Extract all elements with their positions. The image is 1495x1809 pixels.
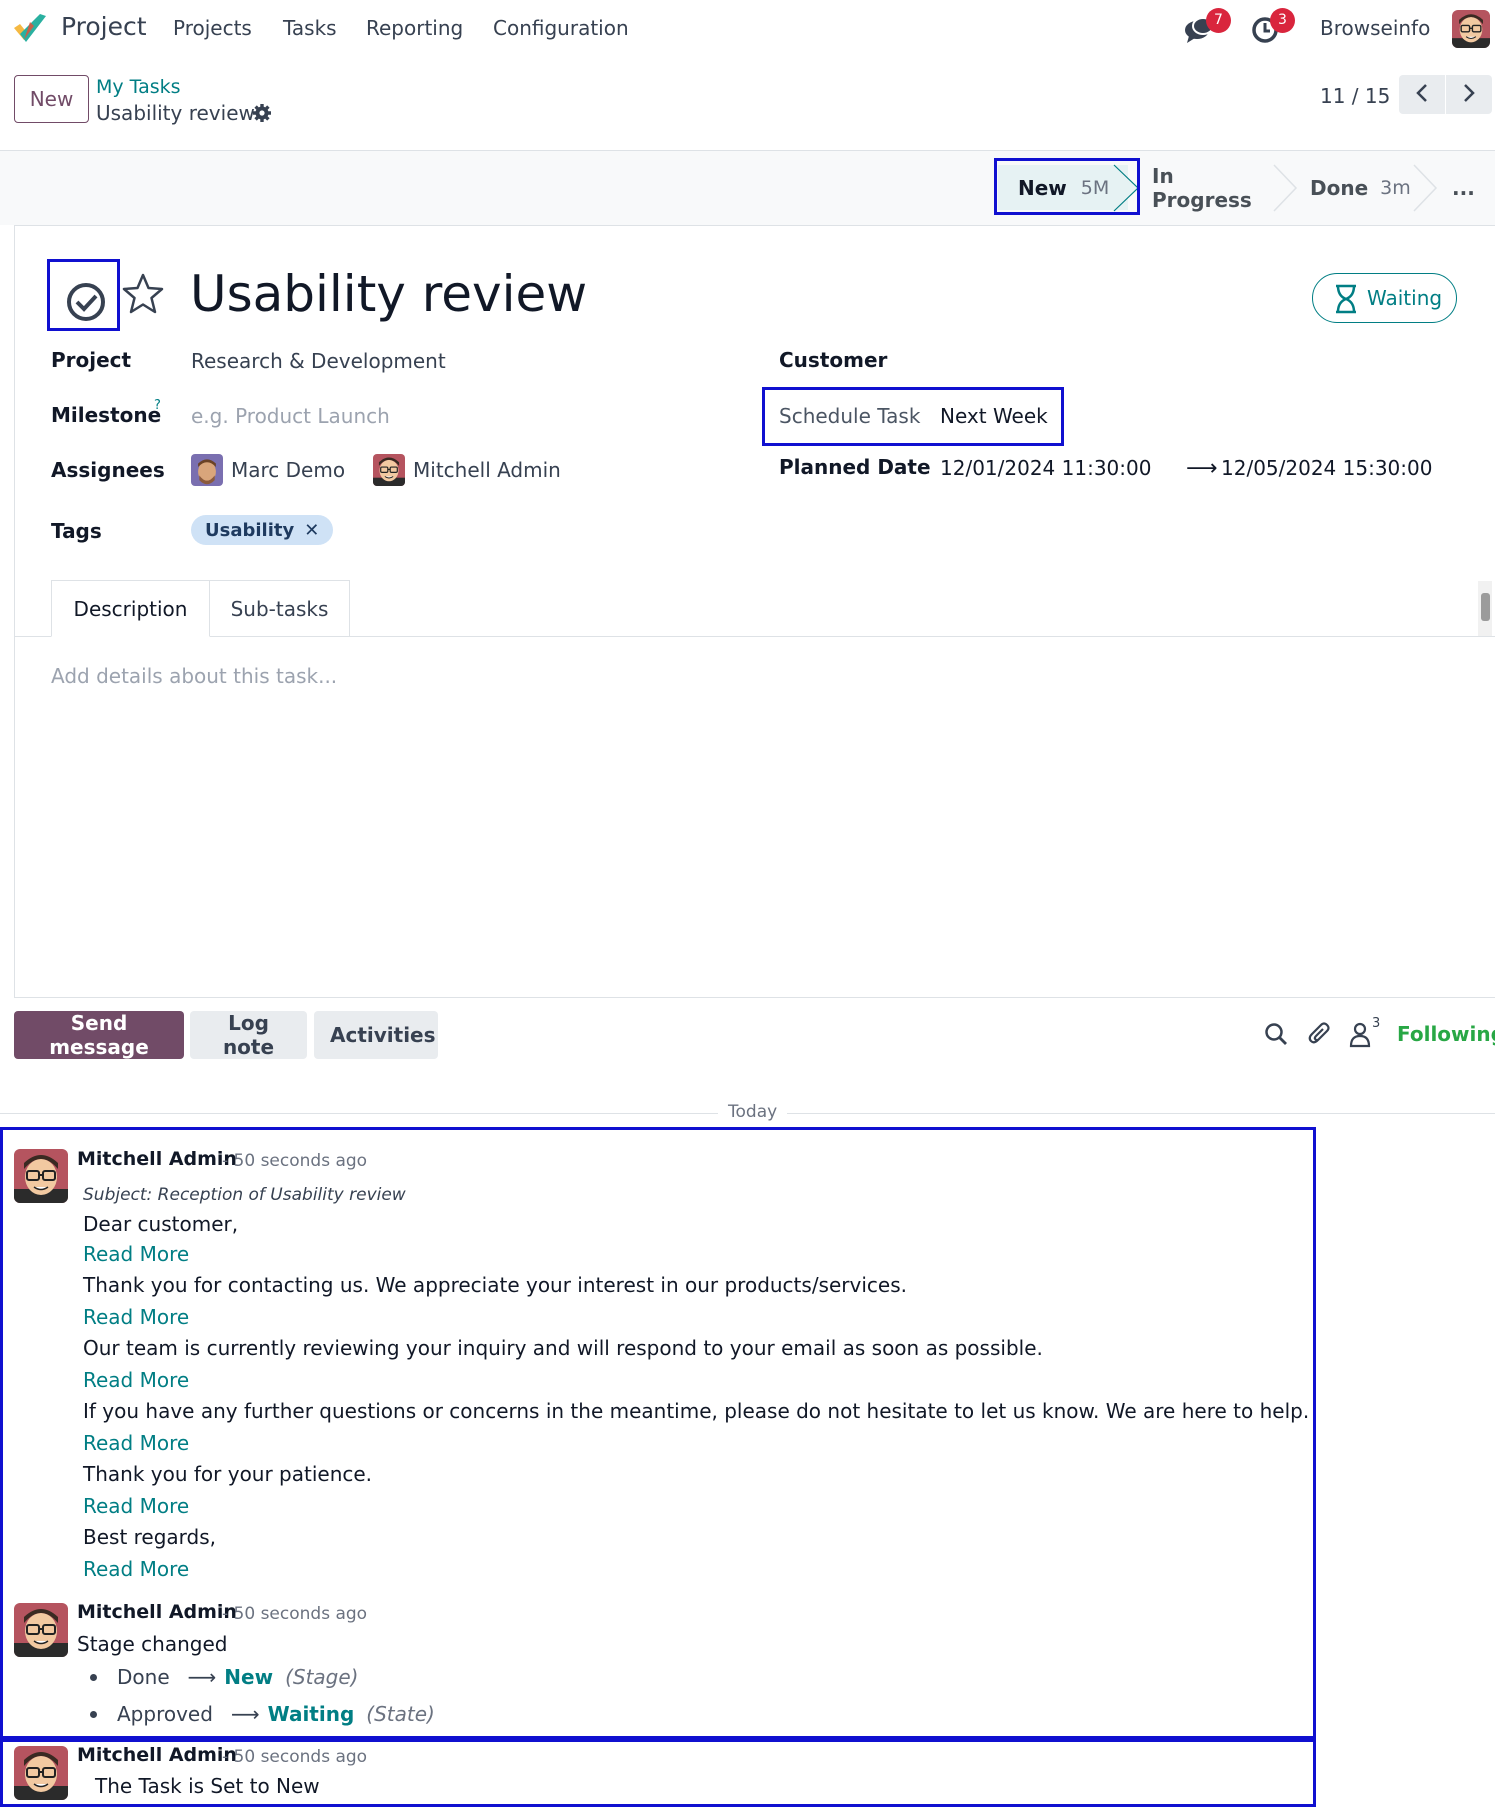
assignee-name: Marc Demo <box>231 458 346 482</box>
message-author-avatar[interactable] <box>14 1603 68 1657</box>
read-more-link[interactable]: Read More <box>83 1305 189 1329</box>
tracking-state: Approved ⟶ Waiting (State) <box>90 1702 435 1726</box>
message-line: If you have any further questions or con… <box>83 1399 1310 1423</box>
star-icon[interactable] <box>121 272 165 316</box>
arrow-right-icon: ⟶ <box>187 1665 217 1689</box>
bullet <box>90 1673 97 1681</box>
message-author-avatar[interactable] <box>14 1149 68 1203</box>
date-separator: Today <box>718 1102 788 1122</box>
menu-tasks[interactable]: Tasks <box>283 16 337 40</box>
milestone-label: Milestone <box>51 403 162 427</box>
new-button[interactable]: New <box>14 75 89 123</box>
assignee-mitchell-admin[interactable]: Mitchell Admin <box>373 453 561 487</box>
menu-configuration[interactable]: Configuration <box>493 16 629 40</box>
read-more-link[interactable]: Read More <box>83 1557 189 1581</box>
chevron-left-icon <box>1416 84 1427 102</box>
company-switcher[interactable]: Browseinfo <box>1320 16 1430 40</box>
message-text: Stage changed <box>77 1632 228 1656</box>
task-title[interactable]: Usability review <box>190 265 587 323</box>
message-author-avatar[interactable] <box>14 1746 68 1800</box>
tracking-new-value: New <box>224 1665 274 1689</box>
followers-icon[interactable] <box>1347 1020 1373 1048</box>
read-more-link[interactable]: Read More <box>83 1494 189 1518</box>
menu-projects[interactable]: Projects <box>173 16 252 40</box>
following-button[interactable]: Following <box>1397 1022 1495 1046</box>
message-subject: Subject: Reception of Usability review <box>83 1185 406 1205</box>
message-text: The Task is Set to New <box>95 1774 320 1798</box>
schedule-task-field[interactable]: Next Week <box>940 404 1048 428</box>
tracking-new-value: Waiting <box>267 1702 355 1726</box>
arrow-right-icon: ⟶ <box>230 1702 260 1726</box>
read-more-link[interactable]: Read More <box>83 1242 189 1266</box>
message-line: Thank you for your patience. <box>83 1462 373 1486</box>
bullet <box>90 1710 97 1718</box>
schedule-task-label: Schedule Task <box>779 404 921 428</box>
customer-label: Customer <box>779 348 888 372</box>
tab-sub-tasks[interactable]: Sub-tasks <box>210 580 350 637</box>
read-more-link[interactable]: Read More <box>83 1431 189 1455</box>
log-note-button[interactable]: Log note <box>190 1011 307 1059</box>
tracking-old-value: Approved <box>117 1702 213 1726</box>
pager-next-button[interactable] <box>1446 75 1492 114</box>
message-time: - 50 seconds ago <box>222 1151 368 1171</box>
project-logo-icon[interactable] <box>12 12 48 44</box>
avatar <box>191 454 223 486</box>
message-author[interactable]: Mitchell Admin <box>77 1601 237 1623</box>
message-line: Dear customer, <box>83 1212 239 1236</box>
followers-count: 3 <box>1372 1016 1381 1031</box>
breadcrumb-current: Usability review <box>96 101 255 125</box>
messages-badge: 7 <box>1206 8 1231 33</box>
mark-done-check-icon[interactable] <box>65 281 107 323</box>
message-author[interactable]: Mitchell Admin <box>77 1744 237 1766</box>
arrow-right-icon: ⟶ <box>1186 456 1218 481</box>
state-waiting-button[interactable]: Waiting <box>1312 273 1457 323</box>
message-line: Thank you for contacting us. We apprecia… <box>83 1273 907 1297</box>
pager-previous-button[interactable] <box>1399 75 1445 114</box>
tag-label: Usability <box>205 519 295 541</box>
gear-icon[interactable] <box>252 103 272 123</box>
message-author[interactable]: Mitchell Admin <box>77 1148 237 1170</box>
assignees-label: Assignees <box>51 458 165 482</box>
activities-button[interactable]: Activities <box>314 1011 438 1059</box>
project-label: Project <box>51 348 132 372</box>
planned-date-end[interactable]: 12/05/2024 15:30:00 <box>1221 456 1432 480</box>
stage-separators <box>1113 164 1438 212</box>
navbar: Project Projects Tasks Reporting Configu… <box>0 0 1495 56</box>
message-line: Our team is currently reviewing your inq… <box>83 1336 1043 1360</box>
activities-badge: 3 <box>1270 8 1295 33</box>
planned-date-start[interactable]: 12/01/2024 11:30:00 <box>940 456 1151 480</box>
planned-date-label: Planned Date <box>779 455 931 479</box>
state-label: Waiting <box>1367 286 1443 310</box>
project-field[interactable]: Research & Development <box>191 349 446 373</box>
remove-tag-icon[interactable]: ✕ <box>304 520 319 541</box>
user-avatar[interactable] <box>1452 10 1490 48</box>
message-time: - 50 seconds ago <box>222 1604 368 1624</box>
paperclip-icon[interactable] <box>1307 1020 1333 1048</box>
tags-label: Tags <box>51 519 102 543</box>
read-more-link[interactable]: Read More <box>83 1368 189 1392</box>
milestone-help-icon[interactable]: ? <box>154 398 161 413</box>
tag-usability[interactable]: Usability ✕ <box>191 515 334 545</box>
menu-reporting[interactable]: Reporting <box>366 16 463 40</box>
tracking-field: (Stage) <box>285 1665 359 1689</box>
app-title[interactable]: Project <box>61 12 147 41</box>
breadcrumb-my-tasks[interactable]: My Tasks <box>96 76 181 98</box>
milestone-field[interactable]: e.g. Product Launch <box>191 404 390 428</box>
tracking-old-value: Done <box>117 1665 170 1689</box>
hourglass-icon <box>1336 284 1356 314</box>
pager-value[interactable]: 11 / 15 <box>1320 84 1390 108</box>
scrollbar-thumb[interactable] <box>1481 593 1490 621</box>
message-line: Best regards, <box>83 1525 217 1549</box>
assignee-marc-demo[interactable]: Marc Demo <box>191 453 345 487</box>
assignee-name: Mitchell Admin <box>413 458 561 482</box>
description-editor[interactable]: Add details about this task... <box>51 664 337 688</box>
avatar <box>373 454 405 486</box>
send-message-button[interactable]: Send message <box>14 1011 184 1059</box>
chevron-right-icon <box>1464 84 1475 102</box>
message-time: - 50 seconds ago <box>222 1747 368 1767</box>
tracking-stage: Done ⟶ New (Stage) <box>90 1665 358 1689</box>
tab-description[interactable]: Description <box>51 580 210 637</box>
search-icon[interactable] <box>1263 1020 1289 1048</box>
tracking-field: (State) <box>366 1702 435 1726</box>
